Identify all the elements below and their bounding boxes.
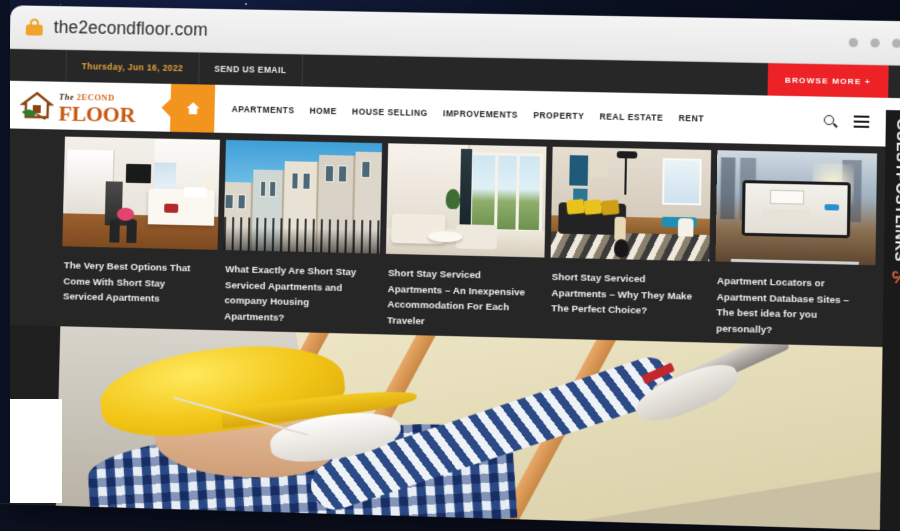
window-dot-maximize[interactable] bbox=[870, 38, 879, 47]
home-tab-notch bbox=[161, 99, 170, 117]
site-logo[interactable]: The 2ECOND FLOOR bbox=[7, 81, 171, 132]
search-icon[interactable] bbox=[824, 114, 838, 127]
post-card[interactable]: Short Stay Serviced Apartments – Why The… bbox=[549, 147, 711, 343]
chain-link-icon: ℅ bbox=[889, 268, 900, 288]
website-viewport: Thursday, Jun 16, 2022 SEND US EMAIL BRO… bbox=[0, 49, 900, 531]
post-card[interactable]: The Very Best Options That Come With Sho… bbox=[60, 137, 220, 331]
post-card[interactable]: Apartment Locators or Apartment Database… bbox=[714, 150, 877, 347]
post-thumbnail[interactable] bbox=[62, 137, 220, 250]
post-title[interactable]: Short Stay Serviced Apartments – An Inex… bbox=[385, 254, 544, 333]
post-thumbnail[interactable] bbox=[224, 140, 383, 254]
post-card[interactable]: What Exactly Are Short Stay Serviced Apa… bbox=[222, 140, 383, 334]
nav-item-real-estate[interactable]: REAL ESTATE bbox=[600, 111, 664, 122]
logo-wordmark: The 2ECOND FLOOR bbox=[58, 87, 135, 125]
nav-item-house-selling[interactable]: HOUSE SELLING bbox=[352, 106, 428, 118]
logo-bottom-line: FLOOR bbox=[58, 102, 135, 125]
hero-image[interactable] bbox=[56, 326, 885, 530]
window-left-edge bbox=[0, 0, 10, 503]
window-controls[interactable] bbox=[849, 37, 900, 47]
nav-item-improvements[interactable]: IMPROVEMENTS bbox=[443, 108, 518, 120]
home-icon bbox=[185, 101, 200, 115]
url-bar[interactable]: the2econdfloor.com bbox=[53, 17, 208, 41]
hamburger-icon[interactable] bbox=[854, 113, 870, 131]
lock-icon bbox=[26, 18, 43, 35]
window-dot-minimize[interactable] bbox=[849, 37, 858, 46]
guestpostlinks-label: GUESTPOSTLINKS bbox=[891, 118, 900, 262]
browser-window: the2econdfloor.com Thursday, Jun 16, 202… bbox=[0, 5, 900, 531]
post-title[interactable]: What Exactly Are Short Stay Serviced Apa… bbox=[222, 250, 380, 328]
post-thumbnail[interactable] bbox=[386, 143, 546, 257]
post-title[interactable]: The Very Best Options That Come With Sho… bbox=[61, 246, 218, 308]
house-icon bbox=[20, 90, 55, 121]
current-date: Thursday, Jun 16, 2022 bbox=[66, 50, 199, 84]
send-us-email-link[interactable]: SEND US EMAIL bbox=[199, 53, 303, 87]
nav-item-home[interactable]: HOME bbox=[310, 106, 338, 117]
post-title[interactable]: Short Stay Serviced Apartments – Why The… bbox=[549, 258, 709, 321]
post-card[interactable]: Short Stay Serviced Apartments – An Inex… bbox=[385, 143, 546, 338]
featured-posts-strip: The Very Best Options That Come With Sho… bbox=[2, 128, 900, 347]
post-title[interactable]: Apartment Locators or Apartment Database… bbox=[714, 262, 875, 341]
nav-item-property[interactable]: PROPERTY bbox=[533, 110, 584, 121]
window-dot-close[interactable] bbox=[892, 38, 900, 47]
post-thumbnail[interactable] bbox=[550, 147, 711, 262]
post-thumbnail[interactable] bbox=[715, 150, 877, 265]
nav-item-apartments[interactable]: APARTMENTS bbox=[232, 104, 295, 115]
nav-home-tab[interactable] bbox=[170, 84, 215, 133]
nav-item-rent[interactable]: RENT bbox=[679, 113, 705, 124]
topbar-left-spacer bbox=[9, 49, 67, 82]
browse-more-button[interactable]: BROWSE MORE + bbox=[767, 63, 889, 98]
